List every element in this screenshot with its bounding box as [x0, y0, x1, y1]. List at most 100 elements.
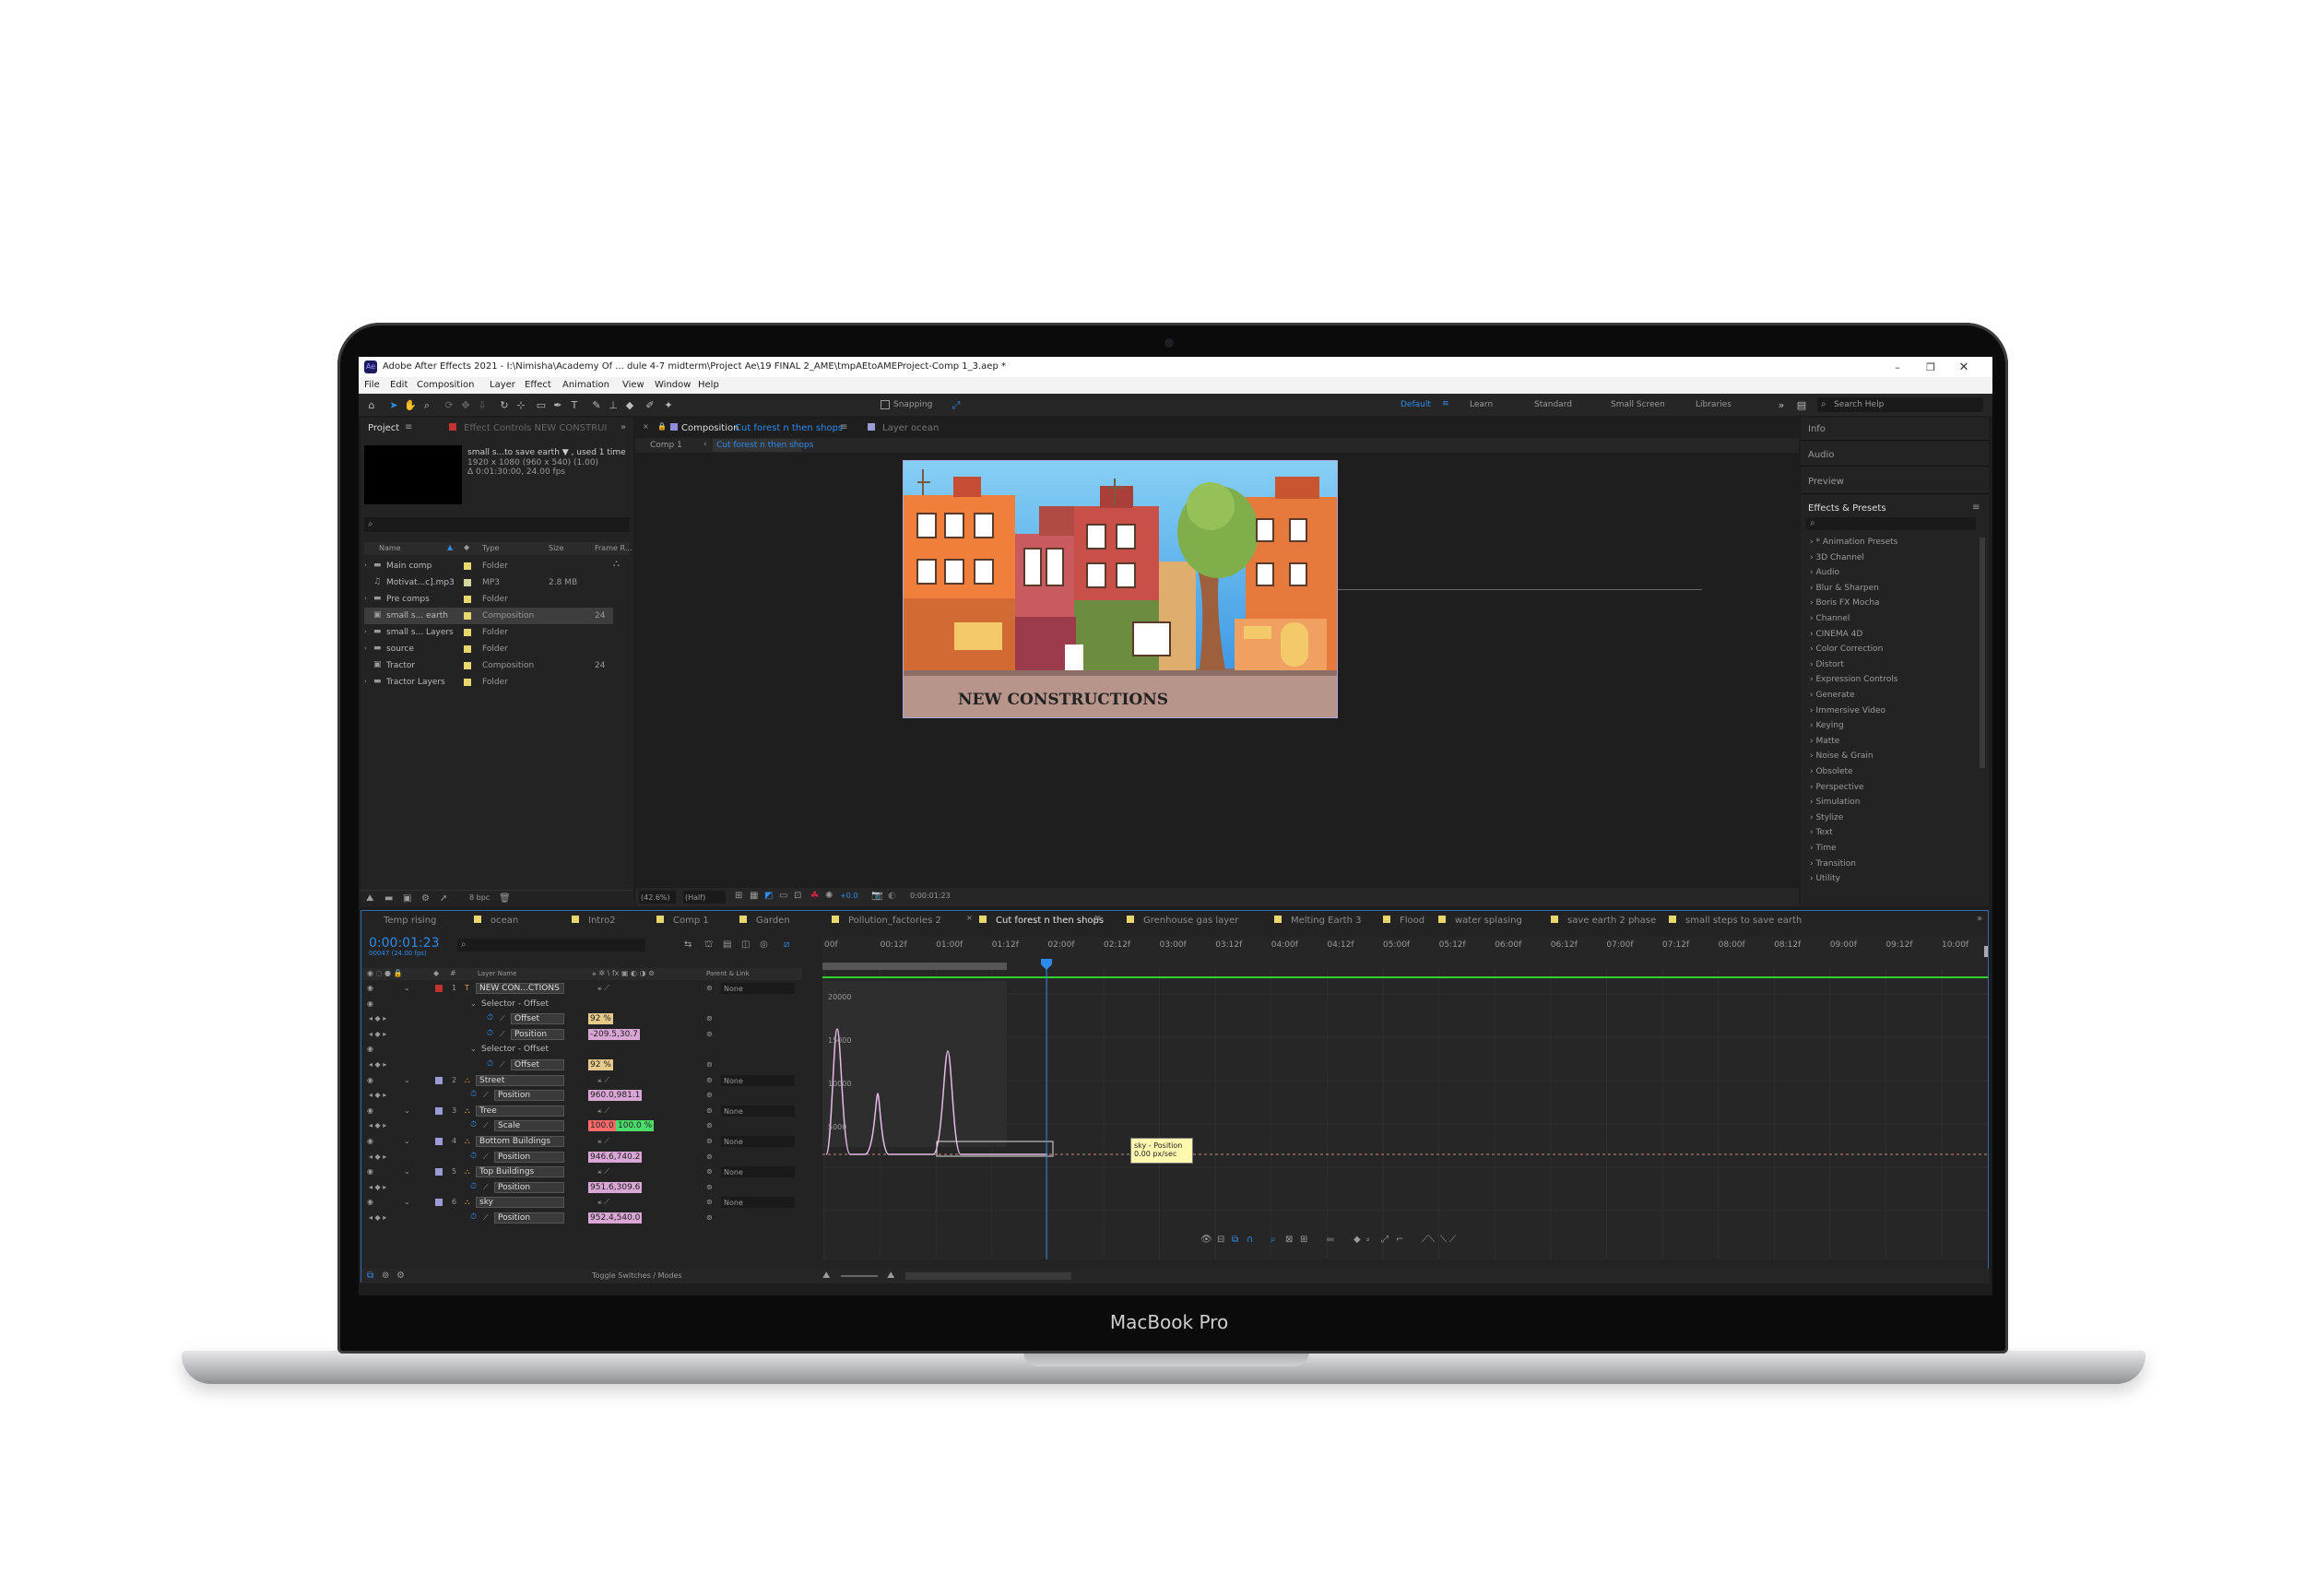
project-list-item[interactable]: ▣ Tractor Composition 24 [364, 657, 613, 674]
easy-ease-icon[interactable]: ⟋⟍ [1422, 1235, 1435, 1245]
new-composition-icon[interactable]: ▣ [403, 894, 411, 904]
parent-pickwhip-icon[interactable]: ⊚ [706, 1106, 713, 1115]
graph-toggle-icon[interactable]: ⟋ [500, 1061, 505, 1069]
view-toggle-icon[interactable]: ▤ [1793, 397, 1810, 412]
project-list-item[interactable]: ▣ small s... earth Composition 24 [364, 608, 613, 624]
menu-animation[interactable]: Animation [562, 381, 609, 390]
layer-name[interactable]: Tree [476, 1105, 564, 1117]
layer-name[interactable]: Bottom Buildings [476, 1136, 564, 1147]
property-value[interactable]: 960.0,981.1 [588, 1090, 643, 1102]
zoom-in-icon[interactable]: ⛰ [887, 1271, 894, 1281]
panel-overflow-icon[interactable]: » [621, 423, 626, 432]
bit-depth-button[interactable]: 8 bpc [469, 894, 490, 902]
effects-category[interactable]: › Keying [1810, 721, 1844, 730]
flowchart-icon[interactable]: ⛬ [613, 560, 620, 569]
effects-category[interactable]: › Expression Controls [1810, 675, 1897, 684]
hold-keyframe-icon[interactable]: ⸗ [1366, 1235, 1369, 1245]
timeline-layer-row[interactable]: ◉ ⌄ 2 ⛬ Street ⚹ ⟋ ⊚ None [361, 1073, 802, 1088]
menu-file[interactable]: File [364, 381, 380, 390]
motion-blur-icon[interactable]: ◎ [760, 940, 768, 950]
grid-icon[interactable]: ▦ [750, 892, 758, 901]
anchor-tool-icon[interactable]: ⊹ [514, 397, 528, 412]
workspace-default[interactable]: Default [1401, 401, 1431, 409]
parent-dropdown[interactable]: None [721, 1166, 795, 1178]
stopwatch-icon[interactable]: ⏱ [470, 1213, 477, 1222]
graph-type-icon[interactable]: ⊟ [1217, 1235, 1224, 1245]
column-name[interactable]: Name [379, 545, 401, 552]
region-of-interest-icon[interactable]: ▭ [779, 892, 787, 901]
toggle-switches-modes[interactable]: Toggle Switches / Modes [592, 1272, 682, 1280]
effects-category[interactable]: › Noise & Grain [1810, 751, 1874, 761]
hand-tool-icon[interactable]: ✋ [403, 397, 418, 412]
effects-category[interactable]: › Distort [1810, 660, 1844, 669]
column-layer-name[interactable]: Layer Name [478, 971, 516, 977]
workspace-overflow-icon[interactable]: » [1774, 397, 1789, 412]
orbit-tool-icon[interactable]: ⟳ [442, 397, 456, 412]
property-row[interactable]: ◂ ◆ ▸ ⏱ ⟋ Offset 92 % ⊚ [361, 1058, 802, 1072]
fit-selection-icon[interactable]: ⊠ [1285, 1235, 1293, 1245]
effects-category[interactable]: › 3D Channel [1810, 553, 1864, 562]
resolution-dropdown[interactable]: (Half) [683, 891, 726, 904]
effects-menu-icon[interactable]: ≡ [1972, 503, 1980, 513]
project-list-item[interactable]: › ▬ Pre comps Folder [364, 591, 613, 608]
timeline-layer-row[interactable]: ◉ ⌄ 6 ⛬ sky ⚹ ⟋ ⊚ None [361, 1195, 802, 1210]
keyframe-navigator-icon[interactable]: ◂ ◆ ▸ [369, 1122, 386, 1129]
selection-tool-icon[interactable]: ➤ [386, 397, 401, 412]
switch-icons[interactable]: ⚹ ⟋ [597, 985, 609, 992]
visibility-eye-icon[interactable]: ◉ [367, 1046, 373, 1053]
project-list-item[interactable]: › ▬ Main comp Folder [364, 558, 613, 574]
project-list-item[interactable]: › ▬ Tractor Layers Folder [364, 674, 613, 691]
column-frame-rate[interactable]: Frame R... [595, 545, 632, 552]
parent-dropdown[interactable]: None [721, 1074, 795, 1086]
property-value[interactable]: 946.6,740.2 [588, 1151, 643, 1163]
expression-pickwhip-icon[interactable]: ⊚ [706, 1015, 713, 1023]
ease-in-icon[interactable]: ⟍ [1440, 1235, 1447, 1245]
stopwatch-icon[interactable]: ⏱ [487, 1029, 493, 1038]
label-swatch[interactable] [464, 679, 471, 686]
timeline-layer-row[interactable]: ◉ ⌄ 1 T NEW CON...CTIONS ⚹ ⟋ ⊚ None [361, 981, 802, 996]
effects-category[interactable]: › Stylize [1810, 813, 1843, 822]
property-row[interactable]: ◂ ◆ ▸ ⏱ ⟋ Scale 100.0 100.0 % ⊚ [361, 1118, 802, 1133]
effects-category[interactable]: › Perspective [1810, 783, 1864, 792]
project-search-input[interactable]: ⌕ [364, 517, 630, 532]
timeline-layer-row[interactable]: ◉ ⌄ 3 ⛬ Tree ⚹ ⟋ ⊚ None [361, 1104, 802, 1118]
transparency-grid-icon[interactable]: ⊡ [794, 892, 801, 901]
graph-toggle-icon[interactable]: ⟋ [483, 1183, 489, 1191]
property-value[interactable]: 92 % [588, 1013, 613, 1025]
show-snapshot-icon[interactable]: ◐ [888, 892, 896, 901]
property-row[interactable]: ◂ ◆ ▸ ⏱ ⟋ Offset 92 % ⊚ [361, 1011, 802, 1026]
timeline-layer-row[interactable]: ◉ ⌄ 5 ⛬ Top Buildings ⚹ ⟋ ⊚ None [361, 1164, 802, 1179]
stopwatch-icon[interactable]: ⏱ [487, 1060, 493, 1069]
mask-visibility-icon[interactable]: ◩ [764, 892, 773, 901]
layer-name[interactable]: sky [476, 1197, 564, 1209]
effects-category[interactable]: › Utility [1810, 874, 1840, 883]
work-area-end-handle[interactable] [1984, 946, 1988, 957]
expression-pickwhip-icon[interactable]: ⊚ [706, 1030, 713, 1038]
expand-arrow-icon[interactable]: › [364, 562, 367, 569]
zoom-out-icon[interactable]: ⛰ [822, 1271, 830, 1281]
keyframe-navigator-icon[interactable]: ◂ ◆ ▸ [369, 1061, 386, 1069]
workspace-menu-icon[interactable]: ≡ [1442, 400, 1449, 408]
visibility-eye-icon[interactable]: ◉ [367, 999, 373, 1008]
layer-label-swatch[interactable] [435, 1138, 443, 1145]
zoom-tool-icon[interactable]: ⌕ [420, 397, 434, 412]
composition-mini-flowchart-icon[interactable]: ⇆ [684, 940, 692, 950]
switch-icons[interactable]: ⚹ ⟋ [597, 1168, 609, 1176]
stopwatch-icon[interactable]: ⏱ [487, 1014, 493, 1023]
project-list-item[interactable]: › ▬ source Folder [364, 641, 613, 657]
graph-toggle-icon[interactable]: ⟋ [483, 1092, 489, 1099]
layer-label-swatch[interactable] [435, 1106, 443, 1115]
channel-icon[interactable]: ☘ [810, 892, 819, 901]
timeline-layer-row[interactable]: ◉ ⌄ 4 ⛬ Bottom Buildings ⚹ ⟋ ⊚ None [361, 1134, 802, 1149]
label-swatch[interactable] [464, 596, 471, 603]
tabs-overflow-icon[interactable]: » [1977, 915, 1982, 924]
parent-dropdown[interactable]: None [721, 983, 795, 994]
interpret-footage-icon[interactable]: ⛰ [366, 894, 373, 904]
property-value-2[interactable]: 100.0 % [616, 1120, 655, 1132]
keyframe-navigator-icon[interactable]: ◂ ◆ ▸ [369, 1015, 386, 1023]
property-row[interactable]: ◂ ◆ ▸ ⏱ ⟋ Position 960.0,981.1 ⊚ [361, 1088, 802, 1103]
type-tool-icon[interactable]: T [567, 397, 582, 412]
project-list-item[interactable]: › ▬ small s... Layers Folder [364, 624, 613, 641]
property-row[interactable]: ◂ ◆ ▸ ⏱ ⟋ Position 946.6,740.2 ⊚ [361, 1150, 802, 1164]
graph-editor[interactable]: 00f 00:12f 01:00f 01:12f 02:00f 02:12f 03:00f 0… [822, 937, 1988, 1259]
